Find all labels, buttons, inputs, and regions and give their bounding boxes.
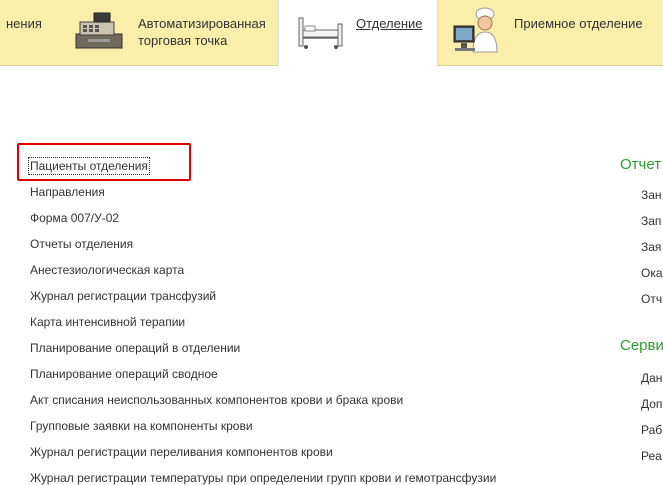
link-anesthesia-card[interactable]: Анестезиологическая карта — [30, 263, 184, 277]
doctor-at-computer-icon — [453, 7, 498, 53]
right-report-link[interactable]: Зая — [641, 240, 661, 254]
link-group-blood-requests[interactable]: Групповые заявки на компоненты крови — [30, 419, 253, 433]
top-navigation-bar: нения Автоматизированная торговая точка — [0, 0, 663, 66]
right-service-link[interactable]: Дан — [641, 371, 662, 385]
link-blood-transfusion-journal[interactable]: Журнал регистрации переливания компонент… — [30, 445, 333, 459]
right-service-link[interactable]: Раб — [641, 423, 662, 437]
link-surgery-planning-department[interactable]: Планирование операций в отделении — [30, 341, 240, 355]
right-report-link[interactable]: Зап — [641, 214, 661, 228]
department-menu-panel: Пациенты отделения Направления Форма 007… — [0, 66, 663, 485]
tab-label: Приемное отделение — [514, 16, 643, 31]
tab-automated-retail-point[interactable]: Автоматизированная торговая точка — [62, 0, 277, 65]
cash-register-icon — [75, 12, 123, 49]
section-title-services: Серви — [620, 337, 663, 354]
link-blood-writeoff-act[interactable]: Акт списания неиспользованных компоненто… — [30, 393, 403, 407]
tab-admission-department[interactable]: Приемное отделение — [437, 0, 663, 65]
hospital-bed-icon — [298, 17, 343, 49]
link-intensive-care-card[interactable]: Карта интенсивной терапии — [30, 315, 185, 329]
right-service-link[interactable]: Реа — [641, 449, 662, 463]
link-transfusion-journal[interactable]: Журнал регистрации трансфузий — [30, 289, 216, 303]
tab-department[interactable]: Отделение — [278, 0, 438, 66]
right-report-link[interactable]: Отч — [641, 292, 662, 306]
right-report-link[interactable]: Зан — [641, 188, 662, 202]
tab-label-line2: торговая точка — [138, 33, 228, 48]
tab-partial-label: нения — [6, 16, 42, 31]
right-report-link[interactable]: Ока — [641, 266, 663, 280]
link-department-reports[interactable]: Отчеты отделения — [30, 237, 133, 251]
link-surgery-planning-summary[interactable]: Планирование операций сводное — [30, 367, 218, 381]
link-form-007[interactable]: Форма 007/У-02 — [30, 211, 119, 225]
tab-partial-prev[interactable]: нения — [0, 0, 62, 65]
link-temperature-journal[interactable]: Журнал регистрации температуры при опред… — [30, 471, 496, 485]
link-referrals[interactable]: Направления — [30, 185, 105, 199]
link-department-patients[interactable]: Пациенты отделения — [28, 157, 150, 175]
tab-label: Отделение — [356, 16, 423, 31]
right-service-link[interactable]: Доп — [641, 397, 662, 411]
tab-label-line1: Автоматизированная — [138, 16, 266, 31]
section-title-reports: Отчет — [620, 156, 662, 173]
